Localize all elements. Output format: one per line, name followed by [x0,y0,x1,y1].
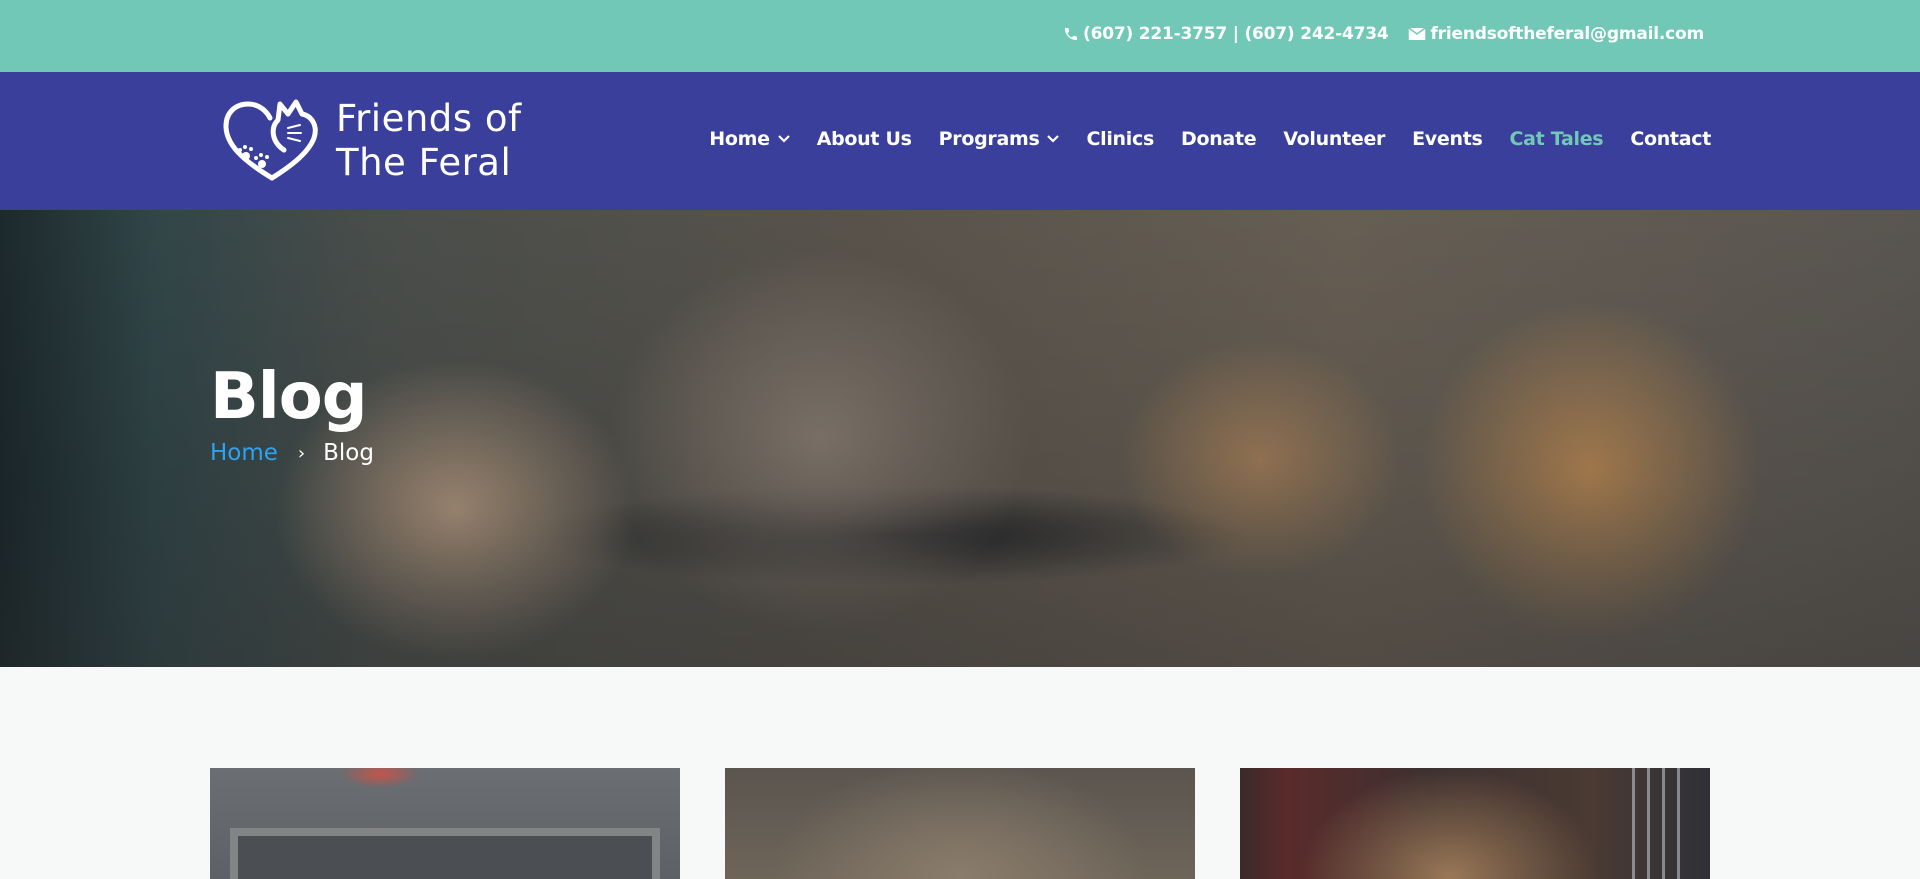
phone-icon [1065,28,1078,40]
nav-item-donate[interactable]: Donate [1180,128,1257,150]
contact-info: (607) 221-3757 | (607) 242-4734 friendso… [1063,24,1704,44]
breadcrumb-home-link[interactable]: Home [210,440,278,466]
email-contact[interactable]: friendsoftheferal@gmail.com [1408,24,1704,44]
nav-label: Cat Tales [1509,128,1604,150]
logo-text: Friends of The Feral [336,97,521,185]
logo-line-2: The Feral [336,141,512,184]
nav-item-home[interactable]: Home [709,128,790,150]
card-image-detail [1620,768,1690,879]
nav-label: Events [1412,128,1483,150]
nav-label: Clinics [1086,128,1154,150]
chevron-down-icon [777,135,790,143]
breadcrumb-current: Blog [323,440,374,466]
breadcrumb-separator-icon: › [297,442,306,464]
chevron-down-icon [1047,135,1060,143]
nav-item-clinics[interactable]: Clinics [1086,128,1154,150]
nav-item-events[interactable]: Events [1412,128,1483,150]
site-header: Friends of The Feral Home About Us Progr… [0,72,1920,210]
email-address: friendsoftheferal@gmail.com [1430,24,1704,44]
logo-line-1: Friends of [336,97,522,140]
nav-item-about-us[interactable]: About Us [817,128,912,150]
blog-card-image[interactable] [1240,768,1710,879]
blog-card-image[interactable] [210,768,680,879]
nav-item-contact[interactable]: Contact [1630,128,1711,150]
heart-cat-paw-icon [223,99,318,181]
hero-content: Blog Home › Blog [210,360,374,466]
envelope-icon [1408,27,1427,40]
nav-label: Home [709,128,770,150]
blog-card-image[interactable] [725,768,1195,879]
page-title: Blog [210,360,367,434]
nav-label: Programs [938,128,1040,150]
breadcrumb: Home › Blog [210,440,374,466]
main-nav: Home About Us Programs Clinics Donate Vo… [709,128,1711,150]
nav-label: Contact [1630,128,1711,150]
blog-post-grid [210,768,1710,879]
nav-item-volunteer[interactable]: Volunteer [1283,128,1385,150]
nav-label: Donate [1180,128,1257,150]
phone-contact[interactable]: (607) 221-3757 | (607) 242-4734 [1063,24,1389,44]
hero-banner: Blog Home › Blog [0,210,1920,667]
top-contact-bar: (607) 221-3757 | (607) 242-4734 friendso… [0,0,1920,72]
nav-label: About Us [816,128,912,150]
nav-item-cat-tales[interactable]: Cat Tales [1510,128,1604,150]
nav-item-programs[interactable]: Programs [939,128,1060,150]
nav-label: Volunteer [1283,128,1386,150]
card-image-detail [230,828,660,879]
site-logo[interactable]: Friends of The Feral [222,97,532,185]
phone-numbers: (607) 221-3757 | (607) 242-4734 [1083,24,1389,44]
